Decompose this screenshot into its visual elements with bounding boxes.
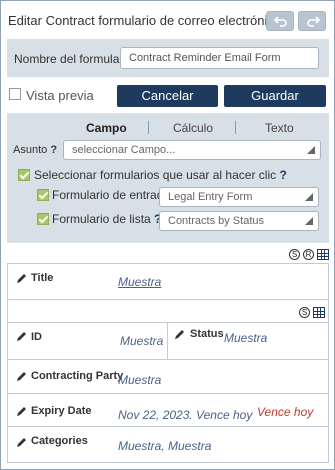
edit-form-dialog: Editar Contract formulario de correo ele… [0, 0, 335, 470]
entry-form-label-text: Formulario de entrada [52, 188, 171, 202]
s-icon[interactable]: S [289, 249, 300, 260]
tab-texto[interactable]: Texto [265, 121, 294, 135]
preview-label: Vista previa [26, 88, 94, 103]
asunto-placeholder: seleccionar Campo... [72, 144, 176, 156]
select-forms-checkbox[interactable] [18, 169, 30, 181]
form-name-label: Nombre del formulario [14, 52, 133, 66]
tab-divider [148, 121, 149, 134]
cancel-button[interactable]: Cancelar [117, 85, 218, 107]
save-button[interactable]: Guardar [224, 85, 326, 107]
field-label-categories: Categories [31, 435, 88, 447]
field-label-contracting-party: Contracting Party [31, 370, 124, 382]
entry-form-checkbox[interactable] [37, 189, 49, 201]
undo-button[interactable] [266, 11, 294, 31]
pencil-icon[interactable] [16, 330, 28, 342]
tab-campo[interactable]: Campo [86, 121, 127, 135]
preview-checkbox[interactable] [9, 88, 21, 100]
select-forms-label-text: Seleccionar formularios que usar al hace… [34, 168, 277, 182]
field-label-id: ID [31, 331, 42, 343]
asunto-select[interactable]: seleccionar Campo... [63, 140, 321, 160]
r-icon[interactable]: R [303, 249, 314, 260]
expiry-date-field-cell[interactable]: Expiry Date Nov 22, 2023. Vence hoy Venc… [8, 397, 328, 427]
tab-calculo[interactable]: Cálculo [173, 121, 213, 135]
select-forms-help-icon[interactable]: ? [279, 168, 286, 182]
field-value-categories: Muestra, Muestra [118, 439, 212, 453]
form-layout-canvas: Title Muestra S ID Muestra Status Muestr… [7, 263, 329, 463]
table-toolbar: S [299, 307, 327, 319]
pencil-icon[interactable] [16, 272, 28, 284]
field-config-panel: Campo Cálculo Texto Asunto ? seleccionar… [7, 113, 329, 243]
grid-icon[interactable] [313, 307, 325, 318]
field-value-id: Muestra [120, 334, 164, 348]
entry-form-value: Legal Entry Form [168, 191, 253, 203]
field-label-status: Status [190, 328, 224, 340]
asunto-label-text: Asunto [13, 144, 48, 156]
undo-icon [274, 16, 287, 27]
layout-toolbar: S R [289, 249, 329, 261]
list-form-checkbox[interactable] [37, 213, 49, 225]
field-value-status: Muestra [224, 331, 268, 345]
pencil-icon[interactable] [16, 436, 28, 448]
asunto-label: Asunto ? [13, 144, 57, 156]
categories-field-cell[interactable]: Categories Muestra, Muestra [8, 428, 328, 462]
redo-button[interactable] [298, 11, 326, 31]
title-field-cell[interactable]: Title Muestra [8, 264, 328, 300]
redo-icon [307, 16, 320, 27]
pencil-icon[interactable] [16, 370, 28, 382]
field-label-expiry-date: Expiry Date [31, 405, 92, 417]
asunto-help-icon[interactable]: ? [50, 144, 57, 156]
dropdown-arrow-icon [305, 217, 313, 225]
field-value-title[interactable]: Muestra [118, 275, 161, 289]
pencil-icon[interactable] [174, 328, 186, 340]
status-field-cell[interactable]: Status Muestra [168, 323, 328, 359]
tab-divider [235, 121, 236, 134]
dropdown-arrow-icon [305, 193, 313, 201]
dropdown-arrow-icon [307, 146, 315, 154]
select-forms-label: Seleccionar formularios que usar al hace… [34, 168, 287, 182]
id-status-row: ID Muestra Status Muestra [8, 322, 328, 360]
list-form-select[interactable]: Contracts by Status [159, 211, 319, 231]
s-icon[interactable]: S [299, 307, 310, 318]
form-name-input[interactable]: Contract Reminder Email Form [120, 47, 319, 69]
title-bar: Editar Contract formulario de correo ele… [2, 2, 333, 38]
id-field-cell[interactable]: ID Muestra [8, 323, 168, 359]
list-form-value: Contracts by Status [168, 215, 264, 227]
expiry-badge: Vence hoy [257, 405, 314, 419]
list-form-label-text: Formulario de lista [52, 212, 151, 226]
field-label-title: Title [31, 272, 54, 284]
contracting-party-field-cell[interactable]: Contracting Party Muestra [8, 364, 328, 394]
field-value-contracting-party: Muestra [118, 373, 162, 387]
entry-form-select[interactable]: Legal Entry Form [159, 187, 319, 207]
pencil-icon[interactable] [16, 405, 28, 417]
dialog-title: Editar Contract formulario de correo ele… [8, 13, 282, 28]
grid-icon[interactable] [317, 249, 329, 260]
action-row: Vista previa Cancelar Guardar [9, 85, 329, 107]
list-form-label: Formulario de lista ? [52, 212, 161, 226]
form-name-panel: Nombre del formulario Contract Reminder … [7, 39, 329, 77]
field-value-expiry-date: Nov 22, 2023. Vence hoy [118, 408, 253, 422]
